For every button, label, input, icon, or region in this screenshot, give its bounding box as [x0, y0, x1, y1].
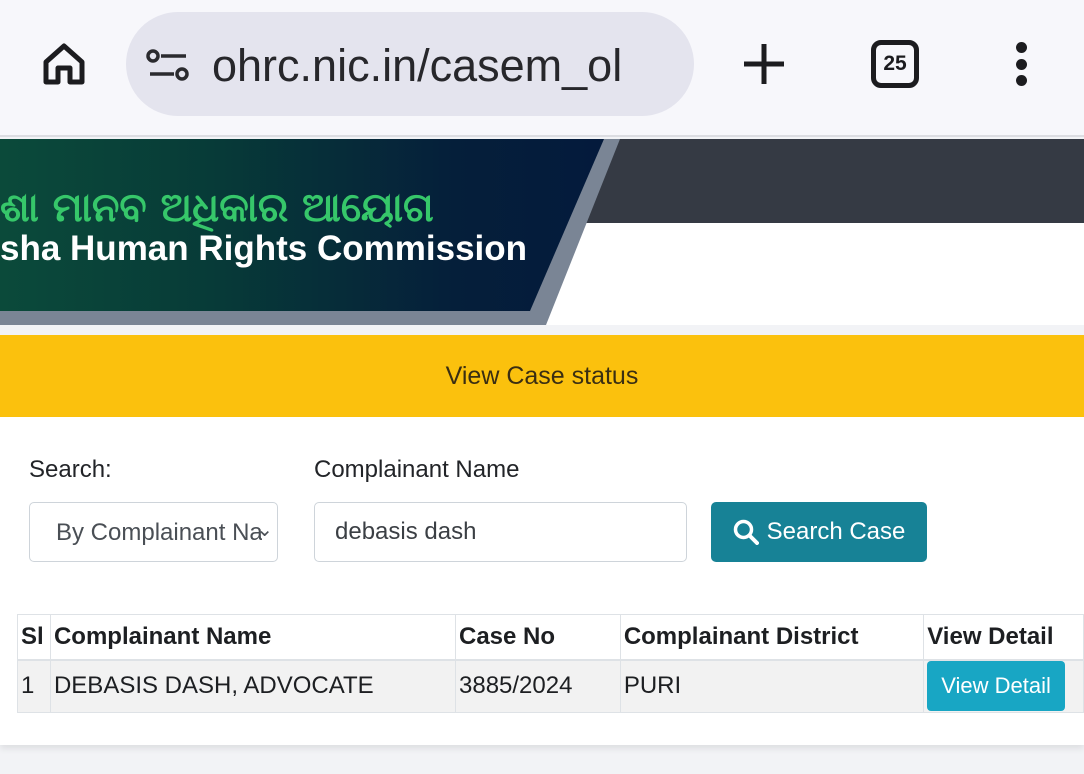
home-icon[interactable]	[36, 36, 92, 92]
cell-sl: 1	[17, 659, 51, 713]
complainant-name-label: Complainant Name	[314, 456, 520, 483]
address-bar[interactable]: ohrc.nic.in/casem_ol	[126, 12, 694, 116]
search-case-label: Search Case	[766, 518, 906, 545]
search-by-select[interactable]: By Complainant Name ⌄	[29, 502, 278, 562]
cell-case-no: 3885/2024	[455, 659, 621, 713]
page-title-bar: View Case status	[0, 335, 1084, 417]
search-icon	[733, 519, 759, 545]
results-table: Sl Complainant Name Case No Complainant …	[17, 614, 1084, 713]
header-sl: Sl	[17, 614, 51, 661]
header-view-detail: View Detail	[923, 614, 1084, 661]
search-by-label: Search:	[29, 456, 112, 483]
cell-view-detail: View Detail	[923, 659, 1084, 713]
tab-switcher-button[interactable]: 25	[871, 40, 919, 88]
search-by-value: By Complainant Name	[56, 519, 262, 546]
odia-site-title: ଶା ମାନବ ଅଧିକାର ଆୟୋଗ	[0, 185, 434, 231]
search-card: Search: Complainant Name By Complainant …	[0, 417, 1084, 745]
page-title: View Case status	[445, 361, 639, 390]
site-settings-icon[interactable]	[146, 48, 190, 82]
cell-complainant-name: DEBASIS DASH, ADVOCATE	[49, 659, 457, 713]
cell-district: PURI	[619, 659, 925, 713]
more-options-icon[interactable]	[1006, 36, 1036, 92]
url-text[interactable]: ohrc.nic.in/casem_ol	[212, 40, 622, 92]
chevron-down-icon: ⌄	[256, 519, 273, 541]
search-case-button[interactable]: Search Case	[711, 502, 927, 562]
new-tab-icon[interactable]	[736, 36, 792, 92]
site-header-banner: ଶା ମାନବ ଅଧିକାର ଆୟୋଗ sha Human Rights Com…	[0, 139, 1084, 325]
complainant-name-input[interactable]: debasis dash	[314, 502, 687, 562]
header-logo-area: ଶା ମାନବ ଅଧିକାର ଆୟୋଗ sha Human Rights Com…	[0, 139, 604, 311]
table-row: 1 DEBASIS DASH, ADVOCATE 3885/2024 PURI …	[17, 659, 1084, 713]
english-site-title: sha Human Rights Commission	[0, 229, 528, 268]
header-complainant-district: Complainant District	[619, 614, 925, 661]
browser-toolbar: ohrc.nic.in/casem_ol 25	[0, 0, 1084, 137]
table-header-row: Sl Complainant Name Case No Complainant …	[17, 614, 1084, 661]
view-detail-button[interactable]: View Detail	[927, 661, 1065, 712]
header-case-no: Case No	[455, 614, 621, 661]
header-complainant-name: Complainant Name	[49, 614, 457, 661]
